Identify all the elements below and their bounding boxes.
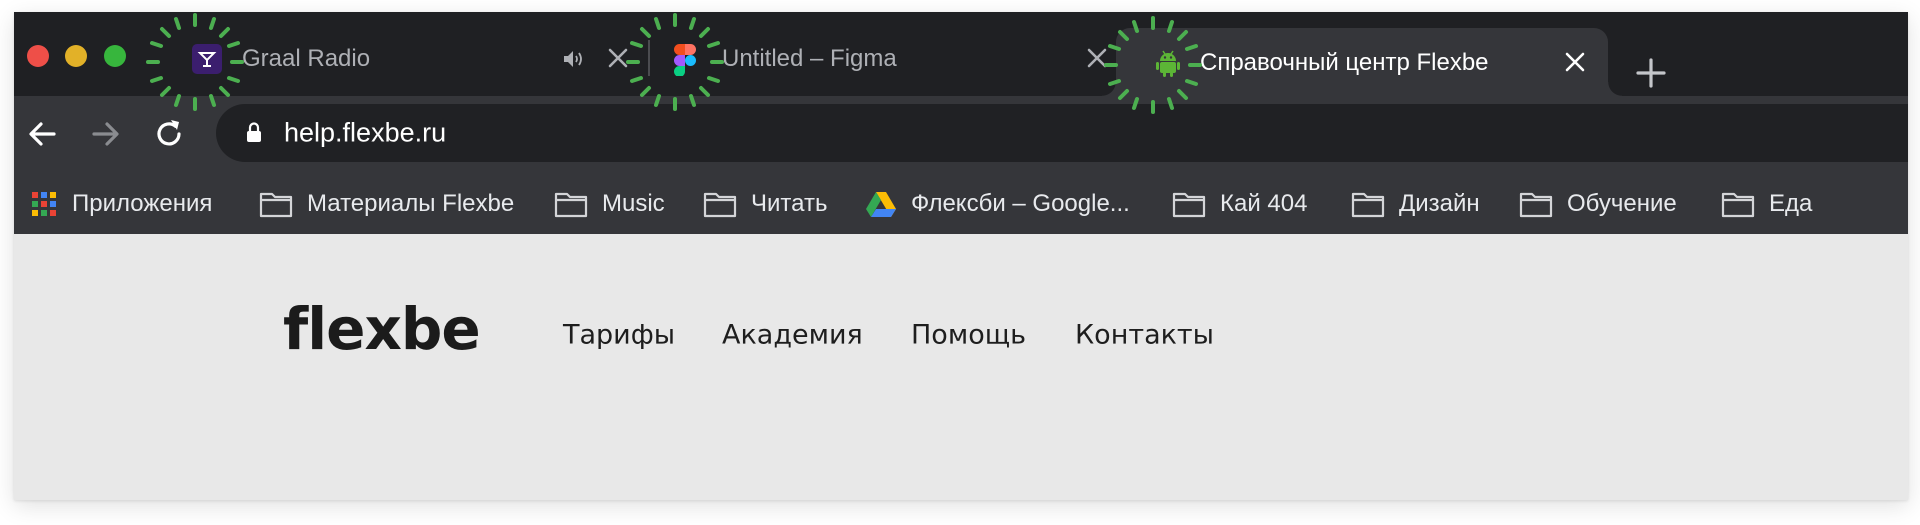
tab-flexbe-help-center[interactable]: Справочный центр Flexbe <box>1102 28 1622 96</box>
tab-figma[interactable]: Untitled – Figma <box>648 28 1115 88</box>
speaker-icon[interactable] <box>562 48 586 70</box>
site-nav-contacts[interactable]: Контакты <box>1075 320 1214 351</box>
folder-icon <box>554 190 588 218</box>
window-maximize-button[interactable] <box>104 45 126 67</box>
bookmark-label: Читать <box>751 190 828 217</box>
bookmark-folder[interactable]: Кай 404 <box>1172 186 1307 222</box>
close-tab-icon[interactable] <box>605 45 631 71</box>
back-button[interactable] <box>24 116 60 152</box>
folder-icon <box>703 190 737 218</box>
folder-icon <box>1351 190 1385 218</box>
folder-icon <box>1172 190 1206 218</box>
site-nav-academy[interactable]: Академия <box>722 320 863 351</box>
lock-icon[interactable] <box>246 121 262 143</box>
tab-title: Справочный центр Flexbe <box>1200 49 1489 76</box>
browser-window: Graal Radio Untitled – Figma Справочный … <box>14 12 1908 500</box>
close-tab-icon[interactable] <box>1084 45 1110 71</box>
page-content <box>14 234 1908 500</box>
bookmark-label: Music <box>602 190 665 217</box>
bookmark-folder[interactable]: Материалы Flexbe <box>259 186 514 222</box>
bookmark-label: Еда <box>1769 190 1813 217</box>
bookmark-folder[interactable]: Music <box>554 186 665 222</box>
window-minimize-button[interactable] <box>65 45 87 67</box>
bookmark-label: Обучение <box>1567 190 1677 217</box>
bookmark-apps[interactable]: Приложения <box>30 186 212 222</box>
google-drive-icon <box>865 190 897 218</box>
bookmark-label: Флексби – Google... <box>911 190 1130 217</box>
window-close-button[interactable] <box>27 45 49 67</box>
url-text[interactable]: help.flexbe.ru <box>284 118 446 149</box>
folder-icon <box>1721 190 1755 218</box>
address-bar[interactable]: help.flexbe.ru <box>216 104 1908 162</box>
folder-icon <box>259 190 293 218</box>
bookmark-folder[interactable]: Дизайн <box>1351 186 1480 222</box>
forward-button[interactable] <box>88 116 124 152</box>
figma-icon <box>674 44 696 77</box>
bookmark-folder[interactable]: Обучение <box>1519 186 1677 222</box>
apps-grid-icon <box>30 190 58 218</box>
bookmark-label: Приложения <box>72 190 213 217</box>
navigation-toolbar: help.flexbe.ru <box>14 96 1908 174</box>
site-logo[interactable]: flexbe <box>283 300 481 358</box>
bookmark-label: Кай 404 <box>1220 190 1308 217</box>
bookmark-label: Дизайн <box>1399 190 1480 217</box>
android-robot-icon <box>1153 48 1183 78</box>
reload-button[interactable] <box>151 116 187 152</box>
bookmark-folder[interactable]: Читать <box>703 186 827 222</box>
cocktail-glass-icon <box>192 44 222 74</box>
new-tab-button[interactable] <box>1634 56 1668 90</box>
site-nav-help[interactable]: Помощь <box>911 320 1026 351</box>
bookmark-google-drive[interactable]: Флексби – Google... <box>865 186 1130 222</box>
tab-title: Untitled – Figma <box>722 45 897 72</box>
tab-graal-radio[interactable]: Graal Radio <box>169 28 646 88</box>
tab-title: Graal Radio <box>242 45 371 72</box>
bookmark-label: Материалы Flexbe <box>307 190 515 217</box>
site-nav-pricing[interactable]: Тарифы <box>563 320 675 351</box>
close-tab-icon[interactable] <box>1562 49 1588 75</box>
folder-icon <box>1519 190 1553 218</box>
bookmarks-bar: Приложения Материалы Flexbe Music Читать <box>14 174 1908 234</box>
bookmark-folder[interactable]: Еда <box>1721 186 1812 222</box>
browser-chrome: Graal Radio Untitled – Figma Справочный … <box>14 12 1908 234</box>
